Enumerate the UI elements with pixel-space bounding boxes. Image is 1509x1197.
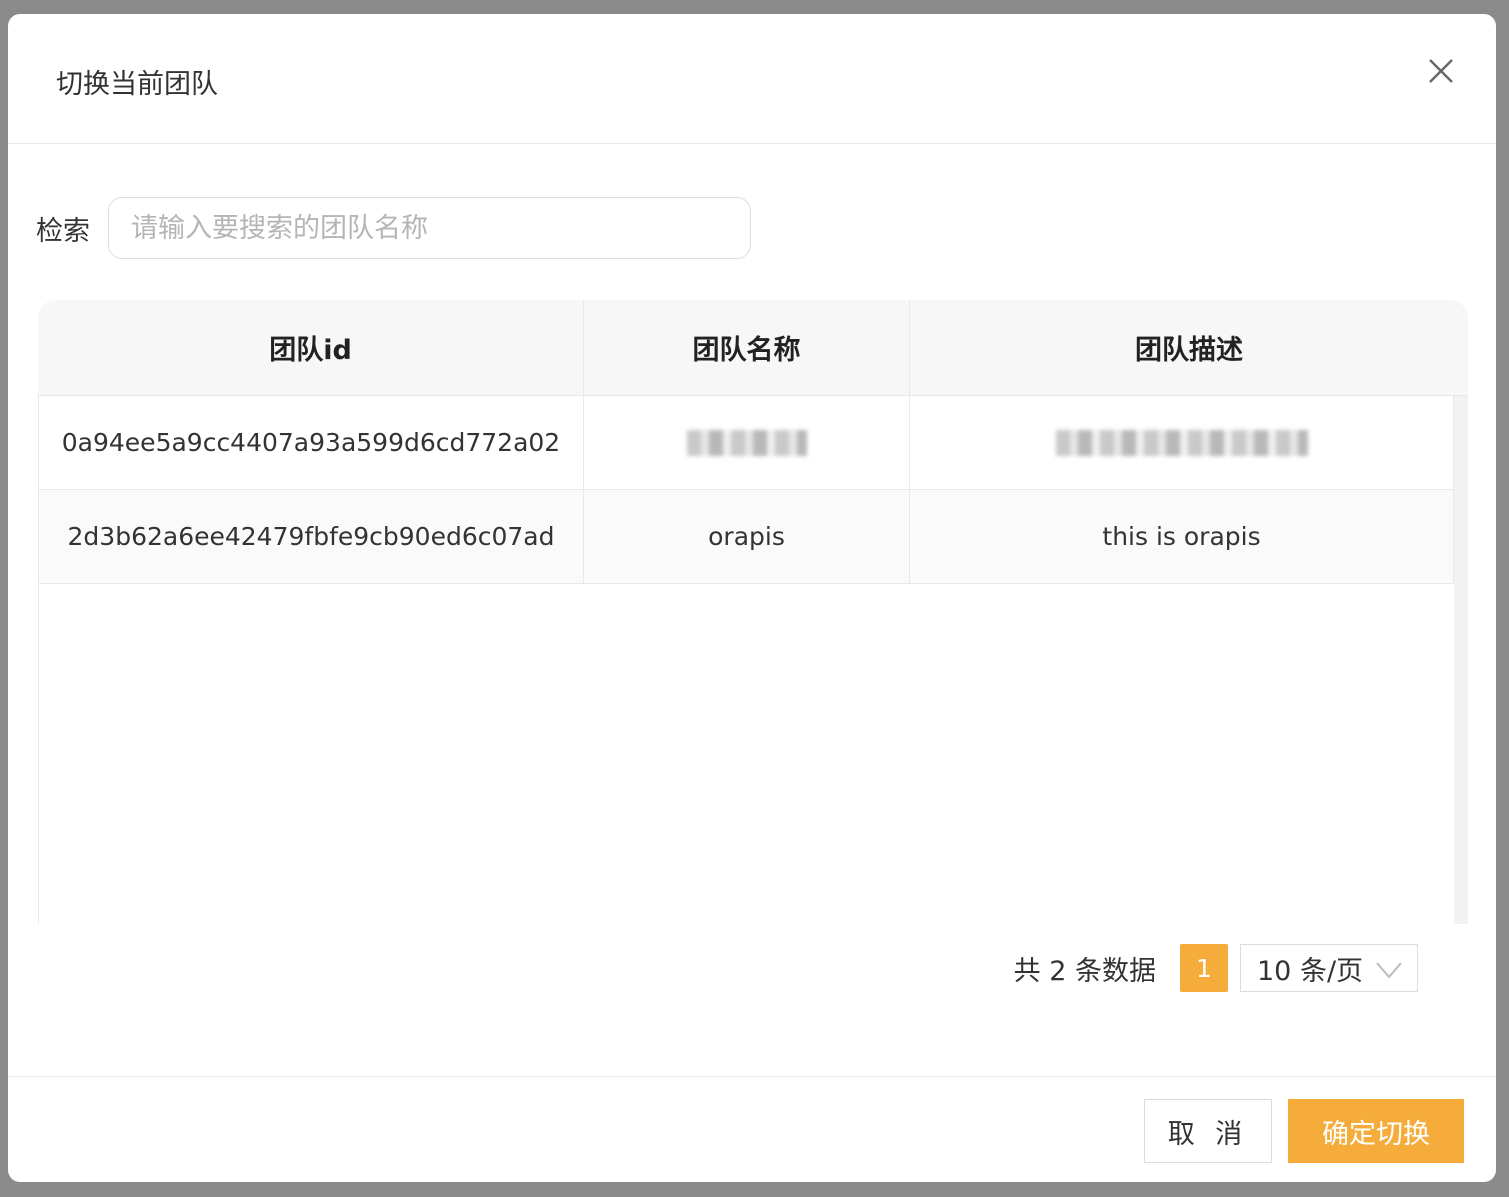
table-body: 0a94ee5a9cc4407a93a599d6cd772a02 2d3b62a…	[38, 396, 1454, 924]
dialog-header: 切换当前团队	[8, 14, 1496, 144]
team-table: 团队id 团队名称 团队描述 0a94ee5a9cc4407a93a599d6c…	[38, 300, 1468, 924]
dialog-title: 切换当前团队	[56, 69, 218, 100]
cancel-button[interactable]: 取 消	[1144, 1099, 1272, 1163]
page-button-current[interactable]: 1	[1180, 944, 1228, 992]
table-header: 团队id 团队名称 团队描述	[38, 300, 1468, 396]
cell-team-id: 0a94ee5a9cc4407a93a599d6cd772a02	[39, 396, 584, 489]
search-row: 检索	[36, 196, 751, 260]
table-scrollbar[interactable]	[1454, 396, 1468, 924]
switch-team-dialog: 切换当前团队 检索 团队id 团队名称 团队描述 0a94ee5a9cc4407…	[8, 14, 1496, 1182]
search-label: 检索	[36, 215, 90, 247]
dialog-footer: 取 消 确定切换	[8, 1076, 1496, 1182]
total-count: 共 2 条数据	[1013, 955, 1156, 987]
page-size-select[interactable]: 10 条/页	[1240, 944, 1418, 992]
team-search-input[interactable]	[108, 197, 751, 259]
confirm-switch-button[interactable]: 确定切换	[1288, 1099, 1464, 1163]
close-button[interactable]	[1422, 54, 1458, 90]
cell-team-name: orapis	[584, 490, 910, 583]
column-header-team-description: 团队描述	[1135, 335, 1243, 366]
redacted-text	[1055, 429, 1308, 456]
table-row[interactable]: 2d3b62a6ee42479fbfe9cb90ed6c07ad orapis …	[39, 490, 1454, 584]
column-header-team-name: 团队名称	[584, 300, 910, 395]
table-row[interactable]: 0a94ee5a9cc4407a93a599d6cd772a02	[39, 396, 1454, 490]
page-size-value: 10 条/页	[1257, 955, 1364, 987]
redacted-text	[686, 429, 807, 456]
cell-team-id: 2d3b62a6ee42479fbfe9cb90ed6c07ad	[39, 490, 584, 583]
column-header-team-id: 团队id	[38, 300, 584, 395]
close-icon	[1429, 59, 1453, 83]
cell-team-description-redacted	[910, 396, 1454, 489]
pagination: 共 2 条数据 1 10 条/页	[1014, 944, 1418, 992]
cell-team-name-redacted	[584, 396, 910, 489]
cell-team-description: this is orapis	[910, 490, 1454, 583]
chevron-down-icon	[1376, 962, 1402, 979]
